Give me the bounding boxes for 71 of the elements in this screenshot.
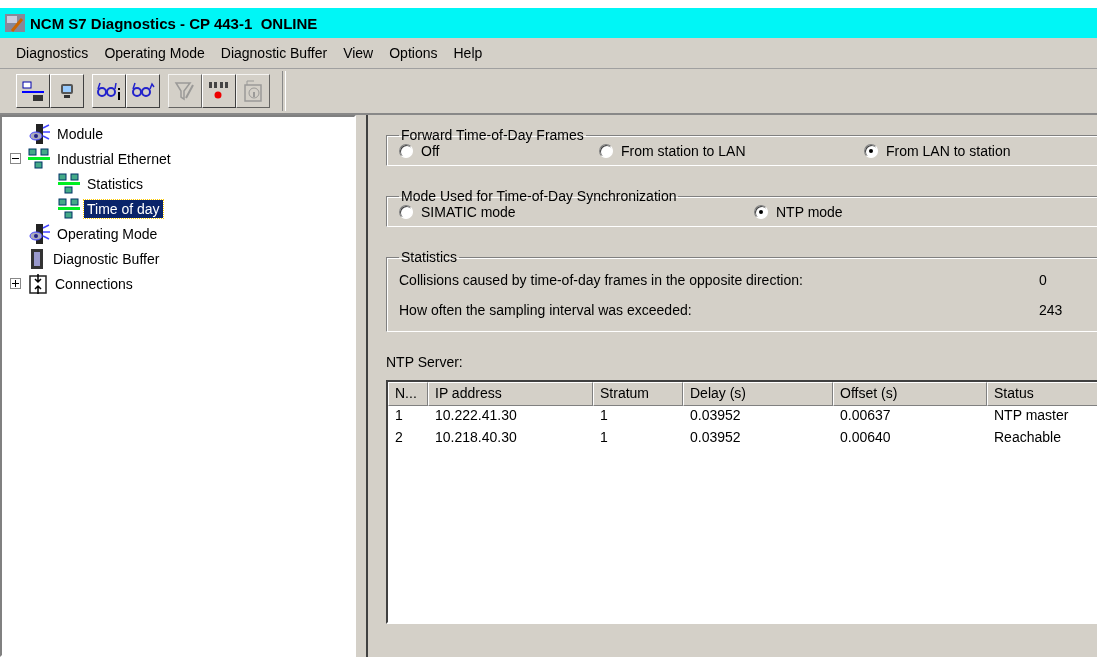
app-icon [4,13,26,33]
radio-label[interactable]: From station to LAN [621,143,746,159]
expand-toggle[interactable] [10,278,21,289]
glasses-info-icon [96,80,122,102]
group-title: Statistics [400,249,458,265]
minus-icon [12,155,19,162]
table-cell-text: Reachable [993,428,1062,447]
table-cell-text: 1 [599,428,609,447]
monitor-icon [58,82,76,100]
menu-item[interactable]: Diagnostic Buffer [212,43,336,63]
table-cell-text: NTP master [993,406,1070,425]
tree-item[interactable]: Time of day [84,199,163,218]
toolbar-button[interactable] [126,74,160,108]
network-icon [57,197,81,220]
statistic-value: 0 [1039,272,1048,288]
menu-item[interactable]: Options [381,43,446,63]
module-icon [27,222,51,245]
table-cell-text: 1 [599,406,609,425]
column-header[interactable]: IP address [428,382,593,406]
statistic-label: How often the sampling interval was exceeded: [399,302,693,318]
table-cell-text: 0.00640 [839,428,892,447]
radio-label[interactable]: NTP mode [776,204,843,220]
tree-item[interactable]: Operating Mode [54,224,161,243]
column-header[interactable]: N... [388,382,428,406]
connections-icon [27,272,49,295]
table-cell-text: 0.03952 [689,406,742,425]
radio-button[interactable] [864,144,878,158]
module-icon [27,122,51,145]
table-cell-text: 10.218.40.30 [434,428,518,447]
column-header[interactable]: Delay (s) [683,382,833,406]
collapse-toggle[interactable] [10,153,21,164]
radio-button[interactable] [399,205,413,219]
radio-label[interactable]: SIMATIC mode [421,204,516,220]
statistic-label: Collisions caused by time-of-day frames in the opposite direction: [399,272,804,288]
filter-icon [174,80,196,102]
tree-item[interactable]: Connections [52,274,136,293]
plus-icon [12,280,19,287]
menu-item[interactable]: Help [445,43,491,63]
info-document-icon [242,79,264,103]
toolbar-button[interactable] [16,74,50,108]
tree-item[interactable]: Module [54,124,106,143]
menu-item[interactable]: Diagnostics [8,43,97,63]
network-icon [57,172,81,195]
radio-button[interactable] [399,144,413,158]
menu-item[interactable]: View [335,43,382,63]
tree-item[interactable]: Diagnostic Buffer [50,249,163,268]
radio-label[interactable]: Off [421,143,440,159]
ntp-server-label: NTP Server: [386,354,464,370]
radio-label[interactable]: From LAN to station [886,143,1011,159]
table-cell-text: 2 [394,428,404,447]
group-title: Forward Time-of-Day Frames [400,127,585,143]
radio-button[interactable] [599,144,613,158]
statistic-value: 243 [1039,302,1064,318]
table-cell-text: 0.00637 [839,406,892,425]
group-title: Mode Used for Time-of-Day Synchronization [400,188,678,204]
column-header[interactable]: Status [987,382,1097,406]
toolbar-button[interactable] [202,74,236,108]
toolbar-button[interactable] [50,74,84,108]
station-network-icon [21,80,45,102]
column-header[interactable]: Stratum [593,382,683,406]
table-cell-text: 1 [394,406,404,425]
table-cell-text: 0.03952 [689,428,742,447]
network-icon [27,147,51,170]
menu-item[interactable]: Operating Mode [96,43,213,63]
radio-button[interactable] [754,205,768,219]
window-title: NCM S7 Diagnostics - CP 443-1 ONLINE [30,14,318,32]
table-cell-text: 10.222.41.30 [434,406,518,425]
column-header[interactable]: Offset (s) [833,382,987,406]
tree-item[interactable]: Industrial Ethernet [54,149,174,168]
toolbar-button[interactable] [92,74,126,108]
tree-item[interactable]: Statistics [84,174,146,193]
